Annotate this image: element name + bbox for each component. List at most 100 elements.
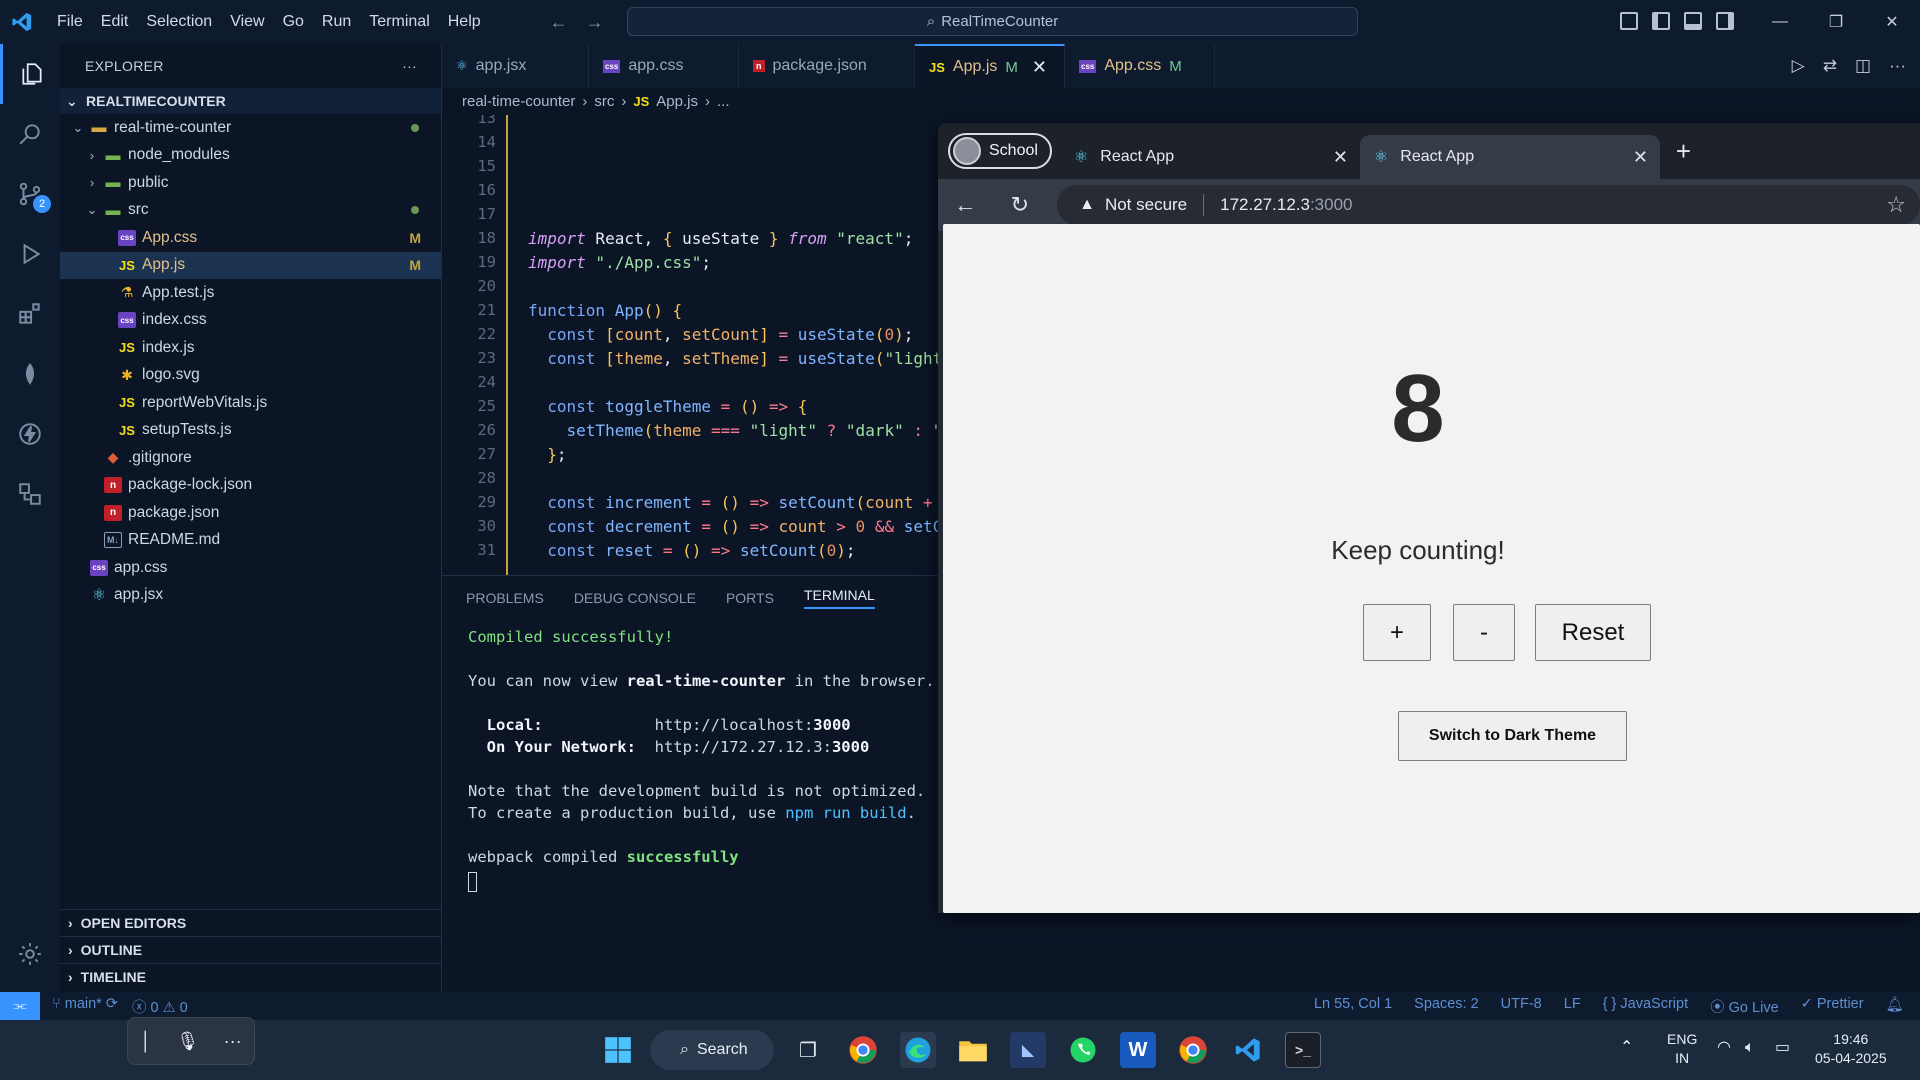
tree-item[interactable]: JS App.js M [60,251,441,279]
bookmark-star-icon[interactable]: ☆ [1886,192,1906,218]
terminal-icon[interactable]: >_ [1285,1032,1321,1068]
toggle-secondary-sidebar-icon[interactable] [1716,12,1734,30]
notifications-bell-icon[interactable]: 🔔︎ [1886,996,1904,1017]
wifi-icon[interactable]: ◠ [1717,1038,1731,1057]
app-icon[interactable]: ◣ [1010,1032,1046,1068]
tree-item[interactable]: M↓ README.md [60,527,441,555]
command-center[interactable]: ⌕ RealTimeCounter [627,7,1358,36]
menu-selection[interactable]: Selection [137,0,221,44]
encoding[interactable]: UTF-8 [1501,996,1542,1017]
tree-item[interactable]: ✱ logo.svg [60,362,441,390]
menu-run[interactable]: Run [313,0,360,44]
tree-item[interactable]: n package.json [60,499,441,527]
taskbar-search[interactable]: ⌕ Search [650,1030,774,1070]
tab-terminal[interactable]: TERMINAL [803,587,875,609]
menu-go[interactable]: Go [274,0,313,44]
project-root[interactable]: ⌄ REALTIMECOUNTER [60,88,441,114]
breadcrumb-item[interactable]: App.js [656,93,698,110]
browser-tab[interactable]: ⚛ React App ✕ [1060,135,1360,179]
tab-problems[interactable]: PROBLEMS [466,590,544,606]
language-indicator[interactable]: ENG IN [1667,1030,1697,1068]
more-actions-icon[interactable]: ··· [402,58,417,74]
search-view-icon[interactable] [0,104,60,164]
new-tab-icon[interactable]: + [1676,136,1691,167]
forward-arrow-icon[interactable]: → [586,12,604,33]
start-windows-icon[interactable] [600,1032,636,1068]
line-ending[interactable]: LF [1564,996,1581,1017]
tree-item[interactable]: › ▬ public [60,169,441,197]
menu-file[interactable]: File [48,0,92,44]
code-editor[interactable]: 13 14 15 16 17 18 19 20 21 22 23 24 25 26 27 28 29 30 31 i… [442,115,942,575]
problems-count[interactable]: ⓧ 0 ⚠ 0 [132,996,188,1017]
breadcrumb-item[interactable]: src [594,93,614,110]
reload-icon[interactable]: ↻ [993,192,1048,218]
git-branch[interactable]: ⑂ main* ⟳ [52,996,118,1017]
drag-handle-icon[interactable]: │ [140,1031,151,1052]
manage-gear-icon[interactable] [0,924,60,984]
tab-app-js[interactable]: JS App.js M ✕ [915,44,1065,88]
language-mode[interactable]: { } JavaScript [1603,996,1688,1017]
tree-item[interactable]: JS setupTests.js [60,417,441,445]
battery-icon[interactable]: ▭ [1775,1038,1790,1057]
tab-package-json[interactable]: n package.json [739,44,915,88]
go-live[interactable]: ⦿ Go Live [1710,996,1779,1017]
terminal-output[interactable]: Compiled successfully! You can now view … [442,620,942,990]
restore-icon[interactable]: ❐ [1808,0,1864,44]
toggle-theme-button[interactable]: Switch to Dark Theme [1398,711,1627,761]
thunder-client-icon[interactable] [0,404,60,464]
profile-button[interactable]: School [948,133,1052,169]
timeline-section[interactable]: › TIMELINE [60,963,442,990]
file-explorer-icon[interactable] [955,1032,991,1068]
close-tab-icon[interactable]: ✕ [1032,57,1047,78]
tree-item[interactable]: ⌄ ▬ src [60,197,441,225]
tree-item[interactable]: ⌄ ▬ real-time-counter [60,114,441,142]
mongodb-leaf-icon[interactable] [0,344,60,404]
close-window-icon[interactable]: ✕ [1864,0,1920,44]
cursor-position[interactable]: Ln 55, Col 1 [1314,996,1392,1017]
back-arrow-icon[interactable]: ← [938,192,993,218]
volume-icon[interactable]: 🔈︎ [1745,1038,1755,1057]
split-editor-icon[interactable]: ◫ [1855,56,1871,76]
compare-changes-icon[interactable]: ⇄ [1823,56,1837,76]
close-tab-icon[interactable]: ✕ [1333,147,1348,168]
tab-app-css[interactable]: css app.css [589,44,739,88]
chevron-up-icon[interactable]: ⌃ [1620,1038,1633,1057]
tab-app-css-src[interactable]: css App.css M [1065,44,1215,88]
tree-item[interactable]: css index.css [60,307,441,335]
menu-help[interactable]: Help [439,0,490,44]
toggle-panel-icon[interactable] [1684,12,1702,30]
tree-item[interactable]: JS reportWebVitals.js [60,389,441,417]
explorer-icon[interactable] [0,44,60,104]
menu-view[interactable]: View [221,0,273,44]
outline-section[interactable]: › OUTLINE [60,936,442,963]
tree-item[interactable]: ⚗ App.test.js [60,279,441,307]
tree-item[interactable]: › ▬ node_modules [60,142,441,170]
browser-tab-active[interactable]: ⚛ React App ✕ [1359,135,1660,179]
customize-layout-icon[interactable] [1620,12,1638,30]
microphone-icon[interactable]: 🎙︎ [176,1031,199,1052]
remote-explorer-icon[interactable] [0,464,60,524]
address-bar[interactable]: ▲ Not secure 172.27.12.3:3000 ☆ [1057,185,1920,225]
run-debug-icon[interactable] [0,224,60,284]
open-editors-section[interactable]: › OPEN EDITORS [60,909,442,936]
toggle-primary-sidebar-icon[interactable] [1652,12,1670,30]
tab-debug-console[interactable]: DEBUG CONSOLE [574,590,696,606]
tab-app-jsx[interactable]: ⚛ app.jsx [442,44,589,88]
tab-ports[interactable]: PORTS [726,590,774,606]
breadcrumb-item[interactable]: real-time-counter [462,93,575,110]
minimize-icon[interactable]: — [1752,0,1808,44]
chrome-profile-icon[interactable] [1175,1032,1211,1068]
extensions-icon[interactable] [0,284,60,344]
menu-edit[interactable]: Edit [92,0,138,44]
more-actions-icon[interactable]: ··· [1889,56,1906,76]
prettier[interactable]: ✓ Prettier [1801,996,1864,1017]
reset-button[interactable]: Reset [1535,604,1651,661]
tree-item[interactable]: css App.css M [60,224,441,252]
edge-icon[interactable] [900,1032,936,1068]
tree-item[interactable]: css app.css [60,554,441,582]
word-icon[interactable]: W [1120,1032,1156,1068]
whatsapp-icon[interactable] [1065,1032,1101,1068]
task-view-icon[interactable]: ❐ [790,1032,826,1068]
menu-terminal[interactable]: Terminal [360,0,438,44]
tree-item[interactable]: n package-lock.json [60,472,441,500]
